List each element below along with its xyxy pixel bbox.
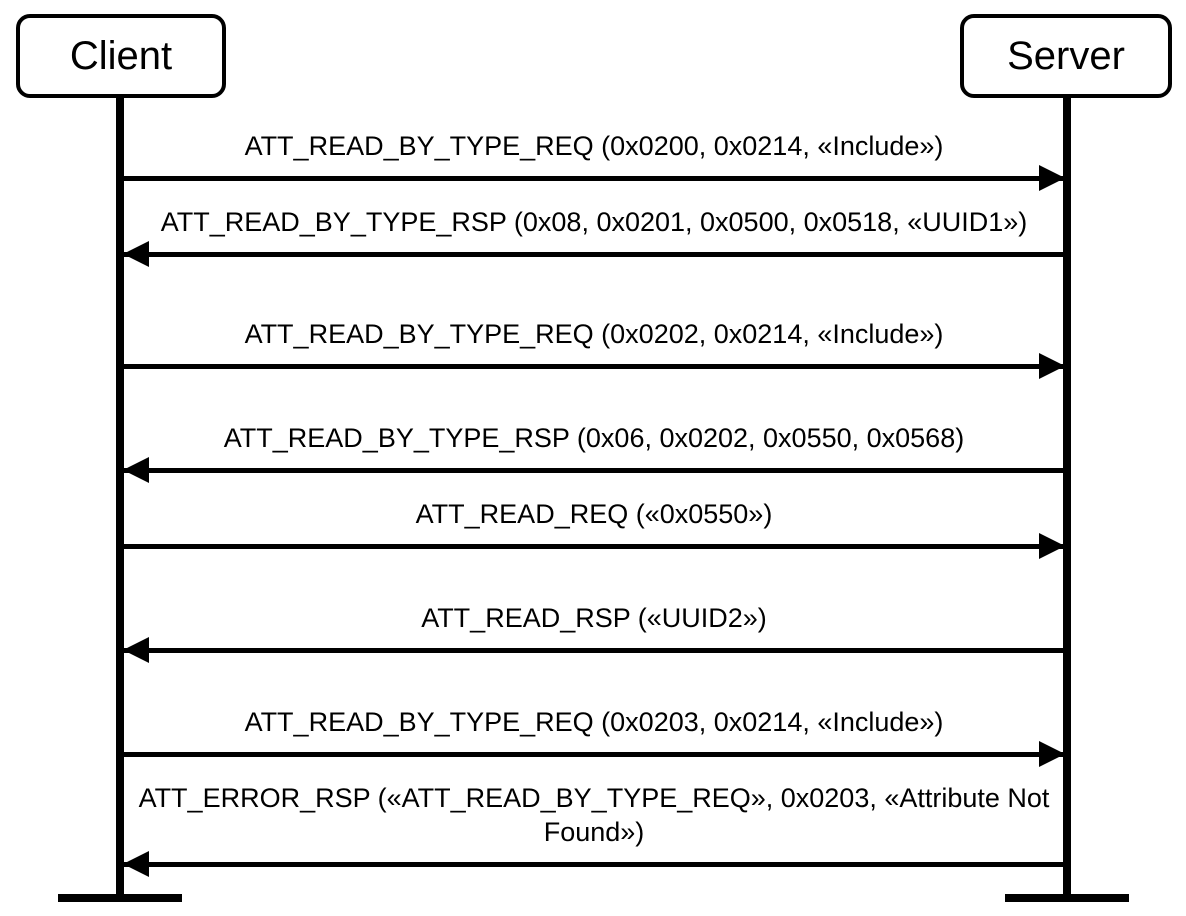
msg-6: ATT_READ_RSP («UUID2») <box>124 602 1064 662</box>
arrow-left-icon <box>124 458 1064 482</box>
arrow-left-icon <box>124 852 1064 876</box>
msg-4: ATT_READ_BY_TYPE_RSP (0x06, 0x0202, 0x05… <box>124 422 1064 482</box>
msg-5: ATT_READ_REQ («0x0550») <box>124 498 1064 558</box>
lifeline-server <box>1063 98 1071 894</box>
msg-7: ATT_READ_BY_TYPE_REQ (0x0203, 0x0214, «I… <box>124 706 1064 766</box>
actor-client-label: Client <box>70 36 172 76</box>
actor-server: Server <box>960 14 1172 98</box>
msg-8: ATT_ERROR_RSP («ATT_READ_BY_TYPE_REQ», 0… <box>124 782 1064 876</box>
msg-3: ATT_READ_BY_TYPE_REQ (0x0202, 0x0214, «I… <box>124 318 1064 378</box>
lifeline-server-foot <box>1005 894 1129 902</box>
msg-2-label: ATT_READ_BY_TYPE_RSP (0x08, 0x0201, 0x05… <box>124 206 1064 242</box>
arrow-right-icon <box>124 742 1064 766</box>
arrow-right-icon <box>124 534 1064 558</box>
msg-1: ATT_READ_BY_TYPE_REQ (0x0200, 0x0214, «I… <box>124 130 1064 190</box>
msg-2: ATT_READ_BY_TYPE_RSP (0x08, 0x0201, 0x05… <box>124 206 1064 266</box>
msg-7-label: ATT_READ_BY_TYPE_REQ (0x0203, 0x0214, «I… <box>124 706 1064 742</box>
msg-1-label: ATT_READ_BY_TYPE_REQ (0x0200, 0x0214, «I… <box>124 130 1064 166</box>
sequence-diagram: Client Server ATT_READ_BY_TYPE_REQ (0x02… <box>0 0 1186 916</box>
actor-client: Client <box>16 14 226 98</box>
lifeline-client-foot <box>58 894 182 902</box>
msg-5-label: ATT_READ_REQ («0x0550») <box>124 498 1064 534</box>
msg-6-label: ATT_READ_RSP («UUID2») <box>124 602 1064 638</box>
msg-3-label: ATT_READ_BY_TYPE_REQ (0x0202, 0x0214, «I… <box>124 318 1064 354</box>
lifeline-client <box>116 98 124 894</box>
actor-server-label: Server <box>1007 36 1125 76</box>
msg-8-label: ATT_ERROR_RSP («ATT_READ_BY_TYPE_REQ», 0… <box>124 782 1064 852</box>
arrow-left-icon <box>124 638 1064 662</box>
msg-4-label: ATT_READ_BY_TYPE_RSP (0x06, 0x0202, 0x05… <box>124 422 1064 458</box>
arrow-right-icon <box>124 166 1064 190</box>
arrow-right-icon <box>124 354 1064 378</box>
arrow-left-icon <box>124 242 1064 266</box>
